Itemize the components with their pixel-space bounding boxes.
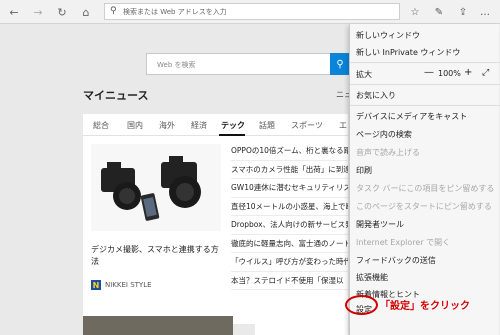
menu-item-label: このページをスタートにピン留めする [356,202,492,211]
menu-item-zoom: 拡大 — 100% + ⤢ [350,67,500,81]
nikkei-logo-icon: N [91,280,101,290]
menu-item-label: 音声で読み上げる [356,148,420,157]
headline-list: OPPOの10倍ズーム、桁と裏なる躍 スマホのカメラ性能「出荷」に到達 GW10… [231,142,348,290]
menu-divider [350,105,500,106]
news-card: 総合 国内 海外 経済 テック 話題 スポーツ エ デジカメ撮影、スマホと連携す… [83,114,348,324]
search-icon: ⚲ [336,58,344,70]
zoom-level: 100% [438,69,461,78]
news-tabs: 総合 国内 海外 経済 テック 話題 スポーツ エ [83,114,348,136]
menu-item-label: フィードバックの送信 [356,256,436,265]
tab-topics[interactable]: 話題 [259,120,275,131]
menu-item-extensions[interactable]: 拡張機能 [350,270,500,284]
tab-entertainment[interactable]: エ [339,120,347,131]
menu-item-print[interactable]: 印刷 [350,163,500,177]
menu-item-label: 新しい InPrivate ウィンドウ [356,48,461,57]
menu-item-label: 新しいウィンドウ [356,31,420,40]
refresh-icon[interactable]: ↻ [54,4,70,20]
headline-item[interactable]: 「ウイルス」呼び方が変わった時代 [231,253,348,272]
news-photo[interactable] [91,144,221,231]
address-placeholder: 検索または Web アドレスを入力 [123,8,227,16]
menu-item-label: 開発者ツール [356,220,404,229]
tab-sports[interactable]: スポーツ [291,120,323,131]
zoom-out-button[interactable]: — [424,67,434,78]
web-search-input[interactable]: Web を検索 [146,53,331,75]
menu-item-label: 拡張機能 [356,273,388,282]
forward-arrow-icon[interactable]: → [30,4,46,20]
menu-item-label: 拡大 [356,70,372,79]
tab-overseas[interactable]: 海外 [159,120,175,131]
annotation-text: 「設定」をクリック [380,301,470,312]
menu-item-label: お気に入り [356,91,396,100]
menu-item-read-aloud: 音声で読み上げる [350,145,500,159]
menu-item-label: デバイスにメディアをキャスト [356,112,468,121]
news-source: N NIKKEI STYLE [91,280,152,290]
menu-item-feedback[interactable]: フィードバックの送信 [350,253,500,267]
tab-domestic[interactable]: 国内 [127,120,143,131]
browser-toolbar: ← → ↻ ⌂ ⚲ 検索または Web アドレスを入力 ☆ ✎ ⇪ … [0,0,500,24]
menu-item-label: ページ内の検索 [356,130,412,139]
menu-item-pin-taskbar: タスク バーにこの項目をピン留めする [350,181,500,195]
headline-item[interactable]: スマホのカメラ性能「出荷」に到達 [231,161,348,179]
headline-item[interactable]: 徹底的に軽量志向、富士通のノート [231,235,348,253]
section-title: マイニュース [83,89,149,102]
headline-item[interactable]: Dropbox、法人向けの新サービス発 [231,216,348,235]
more-icon[interactable]: … [478,4,492,20]
headline-item[interactable]: OPPOの10倍ズーム、桁と裏なる躍 [231,142,348,161]
menu-item-label: タスク バーにこの項目をピン留めする [356,184,495,193]
menu-item-pin-start: このページをスタートにピン留めする [350,199,500,213]
share-icon[interactable]: ⇪ [456,4,470,20]
menu-divider [350,84,500,85]
tab-tech[interactable]: テック [221,120,245,131]
fullscreen-icon[interactable]: ⤢ [482,68,489,78]
menu-item-label: Internet Explorer で開く [356,238,451,247]
tab-economy[interactable]: 経済 [191,120,207,131]
menu-item-label: 印刷 [356,166,372,175]
search-icon: ⚲ [110,6,117,16]
highlight-oval [345,295,378,315]
bottom-news-card[interactable] [255,316,348,335]
active-tab-indicator [219,134,245,136]
search-placeholder: Web を検索 [157,61,196,69]
menu-item-new-window[interactable]: 新しいウィンドウ [350,28,500,42]
headline-item[interactable]: GW10連休に潜むセキュリティリスク [231,179,348,198]
bottom-news-image[interactable] [83,316,233,335]
photo-caption[interactable]: デジカメ撮影、スマホと連携する方法 [91,244,221,268]
headline-item[interactable]: 直径10メートルの小惑星、海上で断 [231,198,348,216]
home-icon[interactable]: ⌂ [78,4,94,20]
settings-menu: 新しいウィンドウ 新しい InPrivate ウィンドウ 拡大 — 100% +… [349,24,500,335]
menu-item-dev-tools[interactable]: 開発者ツール [350,217,500,231]
menu-item-open-ie: Internet Explorer で開く [350,235,500,249]
pen-icon[interactable]: ✎ [432,4,446,20]
address-bar[interactable]: ⚲ 検索または Web アドレスを入力 [104,3,400,20]
menu-item-favorites[interactable]: お気に入り [350,88,500,102]
tab-general[interactable]: 総合 [93,120,109,131]
menu-item-new-inprivate[interactable]: 新しい InPrivate ウィンドウ [350,45,500,59]
source-name: NIKKEI STYLE [105,281,152,289]
search-button[interactable]: ⚲ [330,53,350,75]
menu-divider [350,62,500,63]
menu-item-find-on-page[interactable]: ページ内の検索 [350,127,500,141]
star-icon[interactable]: ☆ [408,4,422,20]
back-arrow-icon[interactable]: ← [6,4,22,20]
menu-item-cast-media[interactable]: デバイスにメディアをキャスト [350,109,500,123]
headline-item[interactable]: 本当？ステロイド不使用「保湿以 [231,272,348,290]
zoom-in-button[interactable]: + [464,67,472,78]
